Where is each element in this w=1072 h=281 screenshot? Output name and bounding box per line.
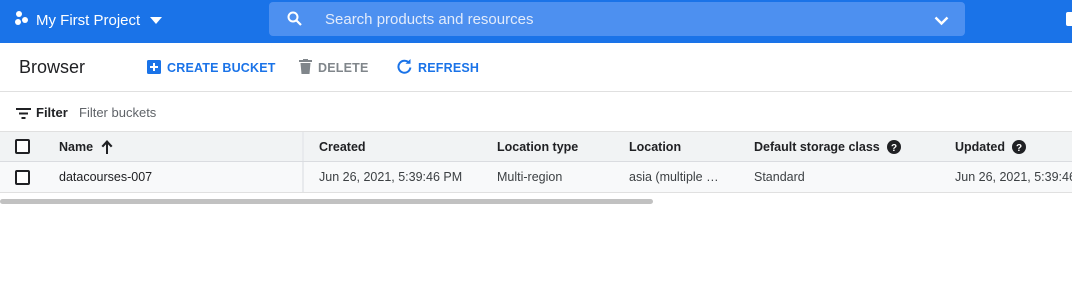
column-header-location-type[interactable]: Location type [497,132,578,161]
refresh-label: REFRESH [418,61,480,75]
column-divider [302,162,304,192]
filter-label: Filter [36,105,68,120]
project-selector[interactable]: My First Project [14,0,163,40]
name-header-label: Name [59,139,94,154]
column-header-name[interactable]: Name [59,132,113,161]
column-header-created[interactable]: Created [319,132,366,161]
chevron-down-icon[interactable] [934,13,949,31]
select-all-checkbox[interactable] [15,139,30,154]
refresh-icon [397,59,412,77]
help-circle-icon[interactable]: ? [886,139,901,154]
location-cell: asia (multiple … [629,170,719,184]
arrow-up-icon [101,139,113,154]
filter-bar: Filter [0,92,1072,132]
row-checkbox[interactable] [15,169,30,185]
scrollbar-thumb[interactable] [0,199,653,204]
search-input[interactable] [325,2,885,36]
svg-text:?: ? [1016,143,1022,154]
project-name: My First Project [36,11,141,29]
updated-cell: Jun 26, 2021, 5:39:46 [955,170,1072,184]
refresh-button[interactable]: REFRESH [397,59,480,77]
horizontal-scrollbar[interactable] [0,195,1072,209]
filter-buckets-input[interactable] [74,100,474,124]
updated-header-label: Updated [955,139,1005,154]
select-all-cell [15,132,30,161]
search-box [269,2,965,36]
created-cell: Jun 26, 2021, 5:39:46 PM [319,170,463,184]
page-title: Browser [19,57,86,77]
top-right-icon[interactable] [1066,12,1072,26]
column-header-storage-class[interactable]: Default storage class ? [754,132,901,161]
caret-down-icon [150,11,163,29]
storage-class-header-label: Default storage class [754,139,880,154]
location-type-cell: Multi-region [497,170,563,184]
top-app-bar: My First Project [0,0,1072,43]
trash-icon [299,59,312,77]
action-toolbar: Browser CREATE BUCKET DELETE REFRESH [0,43,1072,92]
search-icon[interactable] [287,11,302,31]
row-select-cell [15,162,30,192]
create-bucket-label: CREATE BUCKET [167,61,276,75]
bucket-name[interactable]: datacourses-007 [59,170,152,184]
svg-text:?: ? [891,143,897,154]
add-box-icon [147,59,161,77]
filter-list-icon [16,106,31,124]
delete-button[interactable]: DELETE [299,59,369,77]
bucket-name-link[interactable]: datacourses-007 [59,162,152,192]
table-row: datacourses-007 Jun 26, 2021, 5:39:46 PM… [0,162,1072,193]
column-header-location[interactable]: Location [629,132,729,161]
table-header-row: Name Created Location type Location Defa… [0,132,1072,162]
storage-class-cell: Standard [754,170,805,184]
project-dots-icon [14,10,30,31]
column-divider[interactable] [302,132,304,161]
help-circle-icon[interactable]: ? [1012,139,1026,154]
create-bucket-button[interactable]: CREATE BUCKET [147,59,276,77]
delete-label: DELETE [318,61,369,75]
buckets-table: Name Created Location type Location Defa… [0,132,1072,193]
column-header-updated[interactable]: Updated ? [955,132,1026,161]
